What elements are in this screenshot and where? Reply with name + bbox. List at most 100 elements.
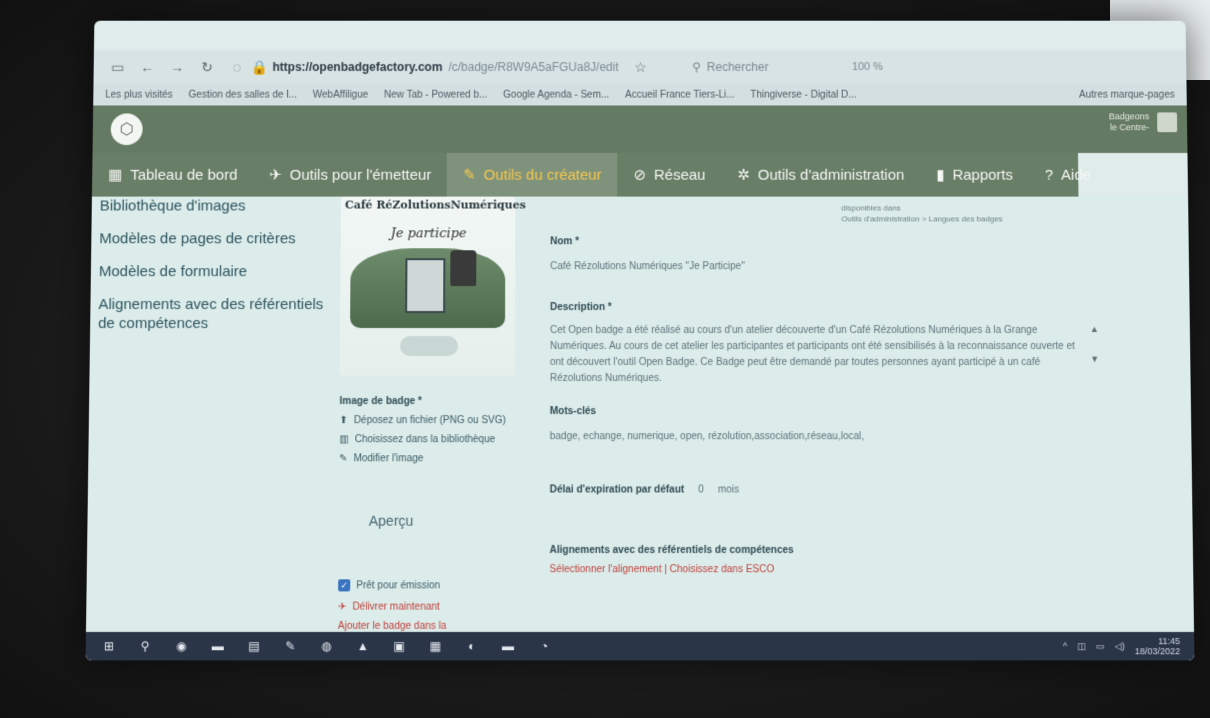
nav-label: Rapports xyxy=(952,166,1014,184)
sidebar-toggle-icon[interactable]: ▭ xyxy=(109,59,125,76)
edge-icon[interactable]: ◔ xyxy=(535,637,553,655)
alignment-field-group: Alignements avec des référentiels de com… xyxy=(549,545,793,575)
bookmark-item[interactable]: Thingiverse - Digital D... xyxy=(750,89,856,100)
nav-label: Outils du créateur xyxy=(483,166,602,184)
send-icon: ✈ xyxy=(337,601,347,613)
tablet-icon xyxy=(405,258,446,314)
openbadge-logo-icon[interactable]: ⬡ xyxy=(110,113,143,146)
back-icon[interactable]: ← xyxy=(139,59,155,75)
pencil-icon: ✎ xyxy=(339,453,348,465)
preview-heading: Aperçu xyxy=(368,512,414,529)
file-explorer-icon[interactable]: ▤ xyxy=(245,637,263,655)
upload-label: Déposez un fichier (PNG ou SVG) xyxy=(353,415,506,427)
avatar xyxy=(1157,112,1178,133)
nav-reports[interactable]: ▮ Rapports xyxy=(920,153,1029,197)
library-label: Choisissez dans la bibliothèque xyxy=(354,434,496,446)
bookmark-item[interactable]: Gestion des salles de l... xyxy=(189,89,297,100)
bookmark-item[interactable]: Google Agenda - Sem... xyxy=(503,89,609,100)
zoom-level[interactable]: 100 % xyxy=(852,61,883,73)
keywords-input[interactable]: badge, echange, numerique, open, rézolut… xyxy=(550,429,864,445)
url-path: /c/badge/R8W9A5aFGUa8J/edit xyxy=(448,60,619,74)
badge-logo xyxy=(399,336,459,356)
forward-icon[interactable]: → xyxy=(169,59,185,75)
sidebar-item-image-library[interactable]: Bibliothèque d'images xyxy=(100,197,339,216)
main-nav: ▦ Tableau de bord ✈ Outils pour l'émetteur… xyxy=(91,152,1091,197)
app-icon[interactable]: ▬ xyxy=(209,637,227,655)
document-icon[interactable]: ▣ xyxy=(390,637,408,655)
edit-image-link[interactable]: ✎ Modifier l'image xyxy=(339,453,530,464)
name-label: Nom * xyxy=(550,236,580,248)
windows-start-icon[interactable]: ⊞ xyxy=(100,637,118,655)
volume-icon[interactable]: ◁) xyxy=(1115,641,1125,652)
textarea-scrollbar[interactable]: ▲ ▼ xyxy=(1090,324,1101,404)
name-input[interactable]: Café Rézolutions Numériques "Je Particip… xyxy=(550,259,745,275)
other-bookmarks[interactable]: Autres marque-pages xyxy=(1079,89,1187,100)
bookmarks-bar: Les plus visités Gestion des salles de l… xyxy=(93,83,1187,106)
nav-label: Réseau xyxy=(653,166,706,184)
bookmark-item[interactable]: WebAffiligue xyxy=(313,89,369,100)
upload-file-link[interactable]: ⬆ Déposez un fichier (PNG ou SVG) xyxy=(339,415,529,426)
nav-creator-tools[interactable]: ✎ Outils du créateur xyxy=(447,152,618,197)
bookmark-item[interactable]: Accueil France Tiers-Li... xyxy=(625,89,734,100)
keywords-field-group: Mots-clés badge, echange, numerique, ope… xyxy=(550,406,864,445)
expiry-field-group: Délai d'expiration par défaut 0 mois xyxy=(550,484,740,495)
bookmark-item[interactable]: New Tab - Powered b... xyxy=(384,89,487,100)
expiry-label: Délai d'expiration par défaut xyxy=(549,484,685,496)
network-icon[interactable]: ◫ xyxy=(1077,641,1086,652)
calendar-icon[interactable]: ▦ xyxy=(426,637,444,655)
vlc-icon[interactable]: ▲ xyxy=(354,637,372,655)
alignment-links[interactable]: Sélectionner l'alignement | Choisissez d… xyxy=(549,564,793,575)
nav-label: Outils d'administration xyxy=(757,166,905,184)
sidebar-item-alignments[interactable]: Alignements avec des référentiels de com… xyxy=(98,295,338,333)
edit-label: Modifier l'image xyxy=(353,453,424,465)
description-label: Description * xyxy=(550,302,612,314)
chevron-up-icon[interactable]: ^ xyxy=(1063,641,1067,651)
choose-library-link[interactable]: ▥ Choisissez dans la bibliothèque xyxy=(339,434,530,445)
bookmark-item[interactable]: Les plus visités xyxy=(105,89,173,100)
ready-label: Prêt pour émission xyxy=(356,579,441,591)
reload-icon[interactable]: ↻ xyxy=(199,59,215,76)
nav-label: Aide xyxy=(1061,166,1092,184)
app-icon[interactable]: ▬ xyxy=(499,637,517,655)
search-input[interactable]: ⚲ Rechercher xyxy=(692,60,768,74)
grid-icon: ▦ xyxy=(108,166,123,184)
nav-admin-tools[interactable]: ✲ Outils d'administration xyxy=(721,153,920,197)
shield-icon: ◌ xyxy=(232,59,241,75)
app-topbar: ⬡ Badgeons le Centre- xyxy=(92,105,1188,153)
library-icon: ▥ xyxy=(339,434,349,446)
sidebar-item-form-templates[interactable]: Modèles de formulaire xyxy=(99,262,339,281)
app-icon[interactable]: ✎ xyxy=(281,637,299,655)
app-icon[interactable]: ◉ xyxy=(172,637,190,655)
app-icon[interactable]: ◐ xyxy=(463,637,481,655)
nav-issuer-tools[interactable]: ✈ Outils pour l'émetteur xyxy=(253,153,447,197)
clock-date: 18/03/2022 xyxy=(1134,646,1181,657)
bar-chart-icon: ▮ xyxy=(936,166,945,184)
ready-checkbox[interactable]: ✓ Prêt pour émission xyxy=(338,579,529,592)
user-menu[interactable]: Badgeons le Centre- xyxy=(1109,111,1178,133)
note-line-2: Outils d'administration > Langues des ba… xyxy=(841,214,1003,224)
address-bar[interactable]: ◌ 🔒 https://openbadgefactory.com/c/badge… xyxy=(229,59,619,76)
name-field-group: Nom * Café Rézolutions Numériques "Je Pa… xyxy=(550,236,745,275)
search-placeholder: Rechercher xyxy=(706,60,769,74)
windows-taskbar: ⊞ ⚲ ◉ ▬ ▤ ✎ ◍ ▲ ▣ ▦ ◐ ▬ ◔ ^ ◫ ▭ ◁) 11:45… xyxy=(85,631,1195,661)
note-line-1: disponibles dans xyxy=(841,203,901,213)
battery-icon[interactable]: ▭ xyxy=(1096,641,1105,652)
add-badge-link[interactable]: Ajouter le badge dans la xyxy=(338,621,529,632)
coffee-pot-icon xyxy=(450,250,477,287)
clock[interactable]: 11:45 18/03/2022 xyxy=(1135,636,1181,656)
browser-toolbar: ▭ ← → ↻ ◌ 🔒 https://openbadgefactory.com… xyxy=(93,50,1187,84)
bookmark-star-icon[interactable]: ☆ xyxy=(633,59,649,76)
search-icon[interactable]: ⚲ xyxy=(136,637,154,655)
nav-help[interactable]: ? Aide xyxy=(1029,153,1108,197)
description-textarea[interactable]: Cet Open badge a été réalisé au cours d'… xyxy=(550,323,1091,387)
nav-network[interactable]: ⊘ Réseau xyxy=(618,153,722,197)
send-icon: ✈ xyxy=(269,166,282,184)
sidebar-item-criteria-templates[interactable]: Modèles de pages de critères xyxy=(99,229,339,248)
firefox-icon[interactable]: ◍ xyxy=(317,637,335,655)
badge-image-column: Café RéZolutionsNumériques Je participe … xyxy=(338,196,531,632)
deliver-now-link[interactable]: ✈ Délivrer maintenant xyxy=(338,602,529,613)
nav-label: Outils pour l'émetteur xyxy=(289,166,432,184)
badge-image: Café RéZolutionsNumériques Je participe xyxy=(339,196,526,377)
nav-dashboard[interactable]: ▦ Tableau de bord xyxy=(92,153,254,197)
expiry-input[interactable]: 0 xyxy=(698,484,704,495)
